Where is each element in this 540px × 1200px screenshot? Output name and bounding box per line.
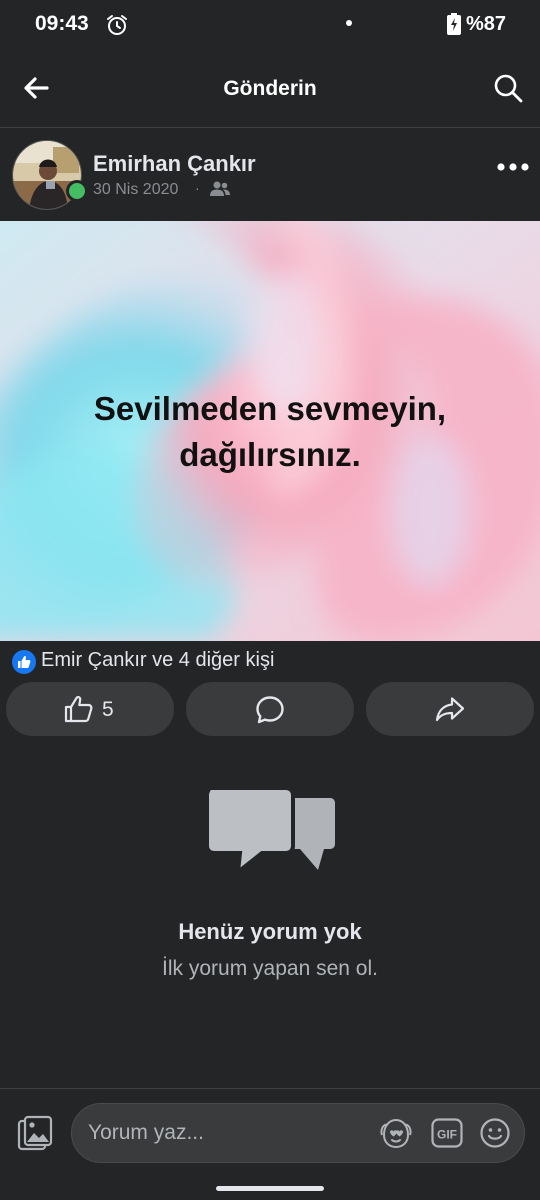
battery-charging-icon xyxy=(447,13,461,35)
no-comments-title: Henüz yorum yok xyxy=(178,919,362,944)
home-indicator[interactable] xyxy=(216,1186,324,1191)
caption-line: Sevilmeden sevmeyin, xyxy=(93,390,447,427)
author-name[interactable]: Emirhan Çankır xyxy=(93,151,256,177)
reactions-text[interactable]: Emir Çankır ve 4 diğer kişi xyxy=(41,649,274,672)
no-comments-subtitle: İlk yorum yapan sen ol. xyxy=(162,957,378,980)
status-bar: 09:43 %87 xyxy=(0,0,540,50)
share-button[interactable] xyxy=(366,682,534,736)
thumbs-up-icon xyxy=(64,695,93,723)
online-status-dot xyxy=(66,180,88,202)
like-reaction-icon xyxy=(12,650,36,674)
alarm-icon xyxy=(107,15,127,35)
page-title: Gönderin xyxy=(223,77,317,100)
gif-icon[interactable]: GIF xyxy=(431,1118,463,1148)
search-icon[interactable] xyxy=(492,72,524,104)
comment-composer[interactable]: GIF xyxy=(71,1103,525,1163)
status-time: 09:43 xyxy=(35,12,89,35)
like-count: 5 xyxy=(102,698,114,721)
photo-attach-icon[interactable] xyxy=(16,1114,54,1152)
like-button[interactable]: 5 xyxy=(6,682,174,736)
post-image[interactable]: Sevilmeden sevmeyin, dağılırsınız. xyxy=(0,221,540,641)
emoji-icon[interactable] xyxy=(479,1117,511,1149)
more-options-icon[interactable] xyxy=(496,156,530,178)
comments-bubbles-icon xyxy=(205,786,335,877)
nav-divider xyxy=(0,127,540,128)
post-date[interactable]: 30 Nis 2020 xyxy=(93,181,178,199)
date-separator: · xyxy=(195,180,200,196)
comment-bubble-icon xyxy=(256,696,284,724)
top-nav: Gönderin xyxy=(0,50,540,127)
share-arrow-icon xyxy=(435,697,465,722)
composer-divider xyxy=(0,1088,540,1089)
post-caption: Sevilmeden sevmeyin, dağılırsınız. xyxy=(0,386,540,478)
caption-line: dağılırsınız. xyxy=(179,436,361,473)
svg-text:GIF: GIF xyxy=(437,1128,457,1142)
comment-button[interactable] xyxy=(186,682,354,736)
avatar-sticker-icon[interactable] xyxy=(378,1117,414,1149)
battery-percent: %87 xyxy=(466,13,507,35)
author-avatar[interactable] xyxy=(12,140,88,210)
comment-input[interactable] xyxy=(88,1104,358,1162)
notification-dot xyxy=(346,20,352,26)
friends-icon[interactable] xyxy=(209,180,231,198)
